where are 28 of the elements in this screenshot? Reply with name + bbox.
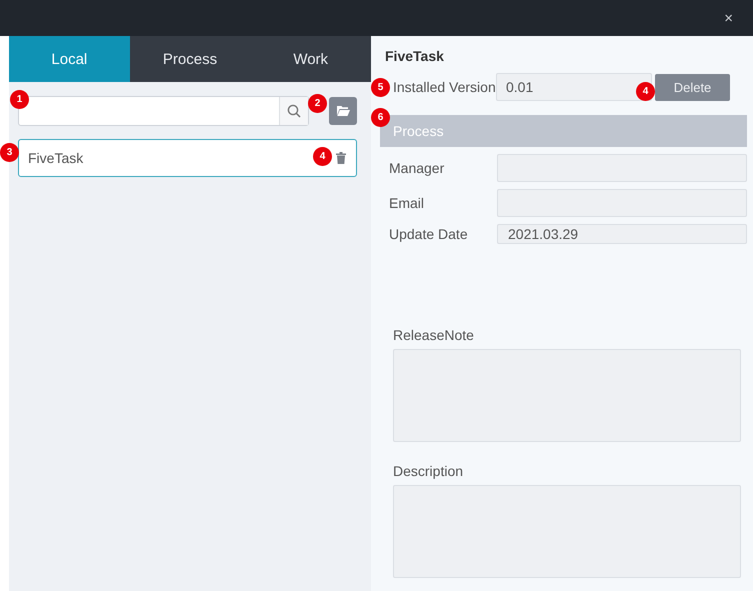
field-label: Update Date	[388, 226, 469, 242]
item-name: FiveTask	[28, 150, 84, 166]
field-label: Installed Version	[393, 79, 496, 95]
folder-icon	[336, 106, 350, 116]
annotation-badge: 2	[308, 94, 327, 113]
field-label: ReleaseNote	[393, 327, 475, 343]
tab[interactable]: Work	[250, 36, 372, 82]
annotation-badge: 3	[0, 143, 19, 162]
close-button[interactable]: ×	[720, 10, 737, 26]
text-area[interactable]	[393, 485, 741, 578]
annotation-badge: 6	[371, 108, 390, 127]
tab[interactable]: Local	[9, 36, 130, 82]
search-icon	[287, 104, 301, 118]
input-field[interactable]: 2021.03.29	[497, 224, 747, 244]
field-label: Email	[388, 195, 426, 211]
search-field[interactable]	[18, 96, 309, 126]
text-area[interactable]	[393, 349, 741, 442]
open-folder-button[interactable]	[329, 97, 357, 125]
tab[interactable]: Process	[130, 36, 250, 82]
input-field[interactable]	[497, 189, 747, 217]
annotation-badge: 5	[371, 78, 390, 97]
trash-icon[interactable]	[336, 152, 346, 164]
input-field[interactable]	[497, 154, 747, 182]
annotation-badge: 1	[10, 90, 29, 109]
detail-title: FiveTask	[385, 48, 445, 64]
field-label: Manager	[388, 160, 446, 176]
field-label: Description	[393, 463, 464, 479]
search-button[interactable]	[279, 97, 308, 125]
